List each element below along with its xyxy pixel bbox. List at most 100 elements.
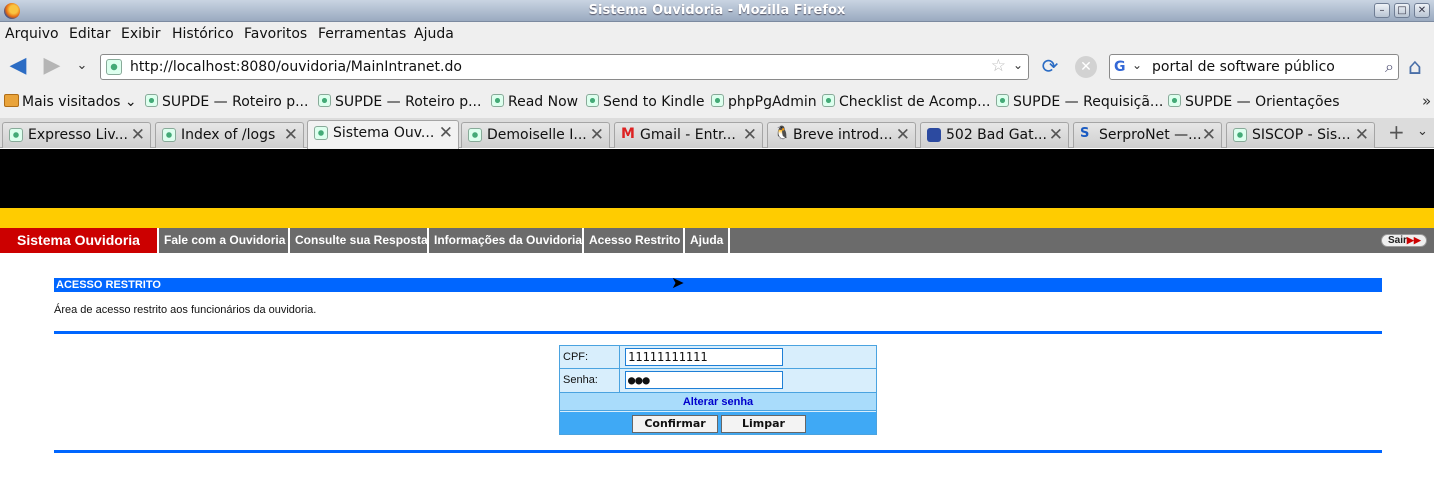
bookmark-item[interactable]: Checklist de Acomp...: [822, 94, 991, 110]
page-icon: [586, 94, 599, 107]
bookmarks-toolbar: Mais visitados ⌄ SUPDE — Roteiro p... SU…: [0, 88, 1434, 118]
page-icon: [314, 126, 328, 140]
forward-arrow-icon[interactable]: ▶: [40, 55, 64, 79]
menu-exibir[interactable]: Exibir: [121, 26, 161, 42]
page-icon: [491, 94, 504, 107]
tab-sistema-ouvidoria[interactable]: Sistema Ouv... ✕: [307, 120, 459, 149]
tab-serpronet[interactable]: S SerproNet —... ✕: [1073, 122, 1222, 148]
page-icon: [996, 94, 1009, 107]
back-arrow-icon[interactable]: ◀: [6, 55, 30, 79]
url-text[interactable]: http://localhost:8080/ouvidoria/MainIntr…: [130, 59, 462, 75]
tab-index-logs[interactable]: Index of /logs ✕: [155, 122, 304, 148]
logout-button[interactable]: Sair▶▶: [1381, 234, 1427, 247]
tab-label: Demoiselle I...: [487, 127, 587, 143]
google-icon[interactable]: G: [1114, 59, 1131, 76]
confirm-button[interactable]: Confirmar: [632, 415, 718, 433]
bookmark-label: Mais visitados: [22, 94, 121, 110]
close-tab-icon[interactable]: ✕: [284, 125, 298, 145]
bookmark-label: Checklist de Acomp...: [839, 94, 991, 110]
change-password-link[interactable]: Alterar senha: [560, 393, 876, 411]
tab-label: Breve introd...: [793, 127, 893, 143]
bookmark-item[interactable]: Read Now: [491, 94, 578, 110]
clear-button[interactable]: Limpar: [721, 415, 806, 433]
bookmark-item[interactable]: Send to Kindle: [586, 94, 705, 110]
page-icon: [468, 128, 482, 142]
bookmark-label: SUPDE — Requisiçã...: [1013, 94, 1164, 110]
bookmark-item[interactable]: phpPgAdmin: [711, 94, 817, 110]
nav-acesso-restrito[interactable]: Acesso Restrito: [582, 228, 680, 253]
menu-ajuda[interactable]: Ajuda: [414, 26, 454, 42]
divider: [54, 450, 1382, 453]
logout-label: Sair: [1388, 235, 1407, 246]
serpro-icon: S: [1080, 126, 1090, 141]
close-tab-icon[interactable]: ✕: [1202, 125, 1216, 145]
tab-label: SISCOP - Sis...: [1252, 127, 1351, 143]
bookmark-label: SUPDE — Roteiro p...: [335, 94, 482, 110]
close-tab-icon[interactable]: ✕: [1355, 125, 1369, 145]
bookmark-label: Read Now: [508, 94, 579, 110]
bookmark-label: SUPDE — Roteiro p...: [162, 94, 309, 110]
menu-editar[interactable]: Editar: [69, 26, 110, 42]
close-tab-icon[interactable]: ✕: [590, 125, 604, 145]
tab-list-dropdown-icon[interactable]: ⌄: [1417, 124, 1428, 139]
bookmark-most-visited[interactable]: Mais visitados ⌄: [4, 94, 137, 110]
cpf-label: CPF:: [560, 346, 620, 368]
senha-row: Senha: ●●●: [560, 369, 876, 393]
bookmark-star-icon[interactable]: ☆: [991, 56, 1006, 76]
section-description: Área de acesso restrito aos funcionários…: [54, 304, 317, 316]
nav-ajuda[interactable]: Ajuda: [683, 228, 731, 253]
close-tab-icon[interactable]: ✕: [439, 123, 453, 143]
tab-502-bad-gateway[interactable]: 502 Bad Gat... ✕: [920, 122, 1069, 148]
page-icon: [1233, 128, 1247, 142]
search-bar[interactable]: G ⌄ portal de software público ⌕: [1109, 54, 1399, 80]
bookmark-item[interactable]: SUPDE — Orientações: [1168, 94, 1340, 110]
url-dropdown-icon[interactable]: ⌄: [1013, 58, 1023, 72]
search-engine-dropdown-icon[interactable]: ⌄: [1132, 58, 1142, 72]
reload-icon[interactable]: ⟳: [1038, 55, 1062, 79]
search-query[interactable]: portal de software público: [1152, 59, 1335, 75]
site-identity-icon[interactable]: [106, 59, 122, 75]
history-dropdown-icon[interactable]: ⌄: [70, 55, 94, 79]
tab-expresso[interactable]: Expresso Liv... ✕: [2, 122, 151, 148]
menu-arquivo[interactable]: Arquivo: [5, 26, 59, 42]
close-window-icon[interactable]: ✕: [1414, 3, 1430, 18]
nav-informacoes[interactable]: Informações da Ouvidoria: [427, 228, 582, 253]
nav-consulte-resposta[interactable]: Consulte sua Resposta: [288, 228, 428, 253]
bookmark-item[interactable]: SUPDE — Roteiro p...: [145, 94, 308, 110]
search-icon[interactable]: ⌕: [1385, 57, 1394, 77]
menu-historico[interactable]: Histórico: [172, 26, 234, 42]
bookmarks-overflow-icon[interactable]: »: [1422, 92, 1431, 110]
close-tab-icon[interactable]: ✕: [131, 125, 145, 145]
close-tab-icon[interactable]: ✕: [1049, 125, 1063, 145]
navigation-toolbar: ◀ ▶ ⌄ http://localhost:8080/ouvidoria/Ma…: [0, 46, 1434, 88]
linux-penguin-icon: 🐧: [774, 126, 791, 141]
menu-favoritos[interactable]: Favoritos: [244, 26, 307, 42]
menu-ferramentas[interactable]: Ferramentas: [318, 26, 406, 42]
tab-breve-introducao[interactable]: 🐧 Breve introd... ✕: [767, 122, 916, 148]
stop-icon[interactable]: ✕: [1075, 56, 1097, 78]
bookmark-item[interactable]: SUPDE — Requisiçã...: [996, 94, 1163, 110]
tab-siscop[interactable]: SISCOP - Sis... ✕: [1226, 122, 1375, 148]
maximize-icon[interactable]: □: [1394, 3, 1410, 18]
bookmark-label: phpPgAdmin: [728, 94, 817, 110]
close-tab-icon[interactable]: ✕: [743, 125, 757, 145]
cpf-input[interactable]: 11111111111: [625, 348, 783, 366]
nav-fale-com-ouvidoria[interactable]: Fale com a Ouvidoria: [157, 228, 285, 253]
tab-label: Gmail - Entr...: [640, 127, 736, 143]
bookmark-item[interactable]: SUPDE — Roteiro p...: [318, 94, 481, 110]
minimize-icon[interactable]: –: [1374, 3, 1390, 18]
tab-demoiselle[interactable]: Demoiselle I... ✕: [461, 122, 610, 148]
tab-gmail[interactable]: M Gmail - Entr... ✕: [614, 122, 763, 148]
cpf-row: CPF: 11111111111: [560, 346, 876, 369]
password-input[interactable]: ●●●: [625, 371, 783, 389]
home-icon[interactable]: ⌂: [1408, 55, 1422, 80]
new-tab-icon[interactable]: +: [1388, 120, 1405, 144]
header-banner: [0, 149, 1434, 208]
tab-label: SerproNet —...: [1099, 127, 1202, 143]
close-tab-icon[interactable]: ✕: [896, 125, 910, 145]
page-icon: [1168, 94, 1181, 107]
url-bar[interactable]: http://localhost:8080/ouvidoria/MainIntr…: [100, 54, 1029, 80]
menu-bar: Arquivo Editar Exibir Histórico Favorito…: [0, 22, 1434, 46]
bookmark-label: SUPDE — Orientações: [1185, 94, 1340, 110]
site-navigation: Sistema Ouvidoria Fale com a Ouvidoria C…: [0, 228, 1434, 253]
